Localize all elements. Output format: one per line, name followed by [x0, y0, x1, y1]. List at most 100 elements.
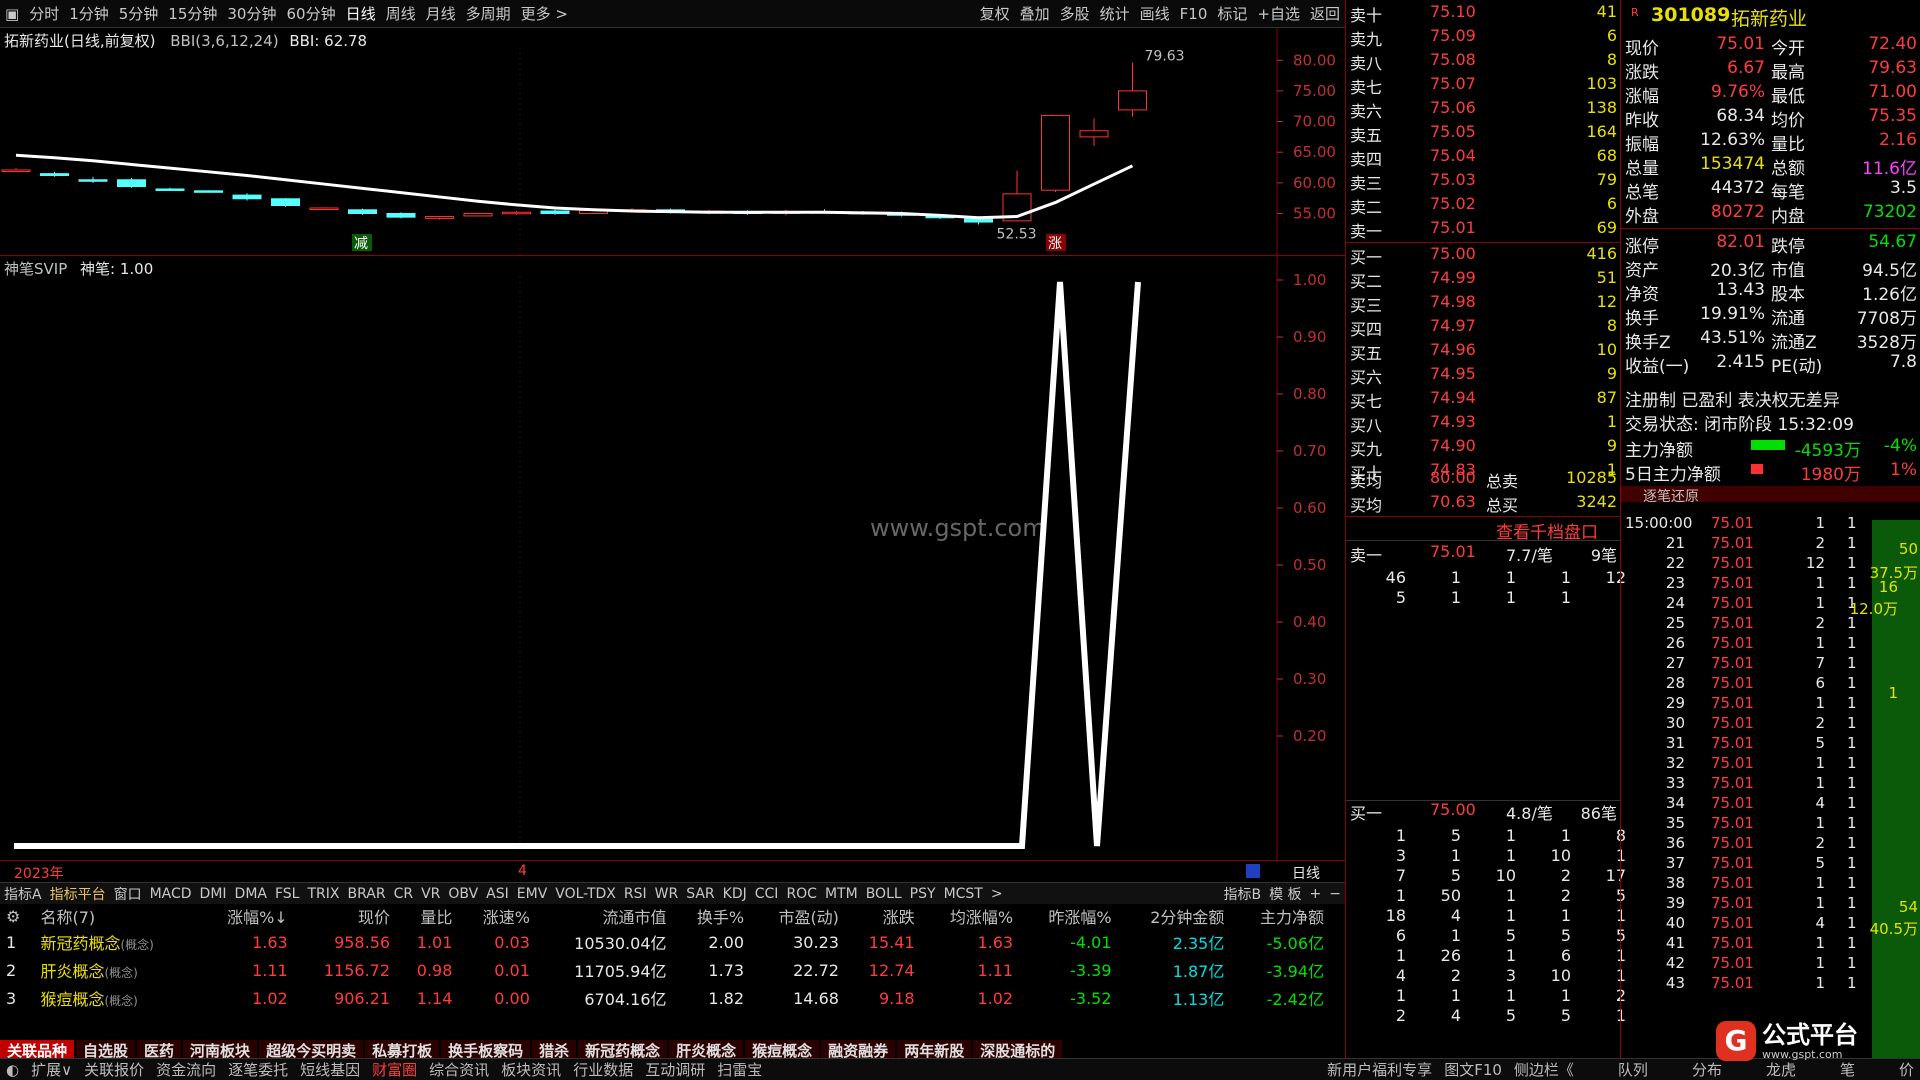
orderbook-row[interactable]: 卖九 75.09 6	[1346, 26, 1621, 50]
indicator-tab-2[interactable]: 窗口	[110, 884, 146, 904]
indicator-tab-10[interactable]: VR	[417, 886, 444, 902]
orderbook-row[interactable]: 买七 74.94 87	[1346, 388, 1621, 412]
orderbook-row[interactable]: 买四 74.97 8	[1346, 316, 1621, 340]
table-row[interactable]: 3 猴痘概念(概念) 1.02 906.21 1.14 0.00 6704.16亿 1.82 1…	[0, 984, 1330, 1012]
table-header-cell[interactable]: 市盈(动)	[750, 904, 845, 928]
period-tab-8[interactable]: 月线	[421, 3, 461, 24]
indicator-tab-11[interactable]: OBV	[444, 886, 482, 902]
orderbook-row[interactable]: 买五 74.96 10	[1346, 340, 1621, 364]
orderbook-row[interactable]: 买二 74.99 51	[1346, 268, 1621, 292]
indicator-tab-8[interactable]: BRAR	[343, 886, 389, 902]
table-header-cell[interactable]: 量比	[396, 904, 458, 928]
bottom-tab-7[interactable]: 猎杀	[532, 1040, 577, 1060]
toolbar-action-0[interactable]: 复权	[975, 3, 1015, 24]
indicator-tab-7[interactable]: TRIX	[303, 886, 343, 902]
period-tab-0[interactable]: 分时	[24, 3, 64, 24]
period-tab-9[interactable]: 多周期	[461, 3, 516, 24]
toolbar-action-7[interactable]: +自选	[1252, 3, 1305, 24]
table-row[interactable]: 2 肝炎概念(概念) 1.11 1156.72 0.98 0.01 11705.94亿 1.7…	[0, 956, 1330, 984]
indicator-tab-19[interactable]: CCI	[751, 886, 783, 902]
indicator-tab-1[interactable]: 指标平台	[46, 884, 110, 904]
bottom-tab-0[interactable]: 关联品种	[0, 1040, 75, 1060]
orderbook-row[interactable]: 卖四 75.04 68	[1346, 146, 1621, 170]
status-right-5[interactable]: 龙虎	[1760, 1059, 1802, 1080]
status-item-6[interactable]: 综合资讯	[423, 1059, 495, 1080]
period-tab-3[interactable]: 15分钟	[163, 3, 222, 24]
status-item-10[interactable]: 扫雷宝	[711, 1059, 768, 1080]
bottom-tab-4[interactable]: 超级今买明卖	[259, 1040, 364, 1060]
bottom-tab-10[interactable]: 猴痘概念	[745, 1040, 820, 1060]
orderbook-row[interactable]: 卖一 75.01 69	[1346, 218, 1621, 242]
status-right-4[interactable]: 分布	[1686, 1059, 1728, 1080]
orderbook-row[interactable]: 卖三 75.03 79	[1346, 170, 1621, 194]
period-tab-1[interactable]: 1分钟	[64, 3, 114, 24]
status-item-0[interactable]: 扩展∨	[25, 1059, 78, 1080]
toolbar-action-8[interactable]: 返回	[1305, 3, 1345, 24]
status-right-3[interactable]: 队列	[1612, 1059, 1654, 1080]
bottom-tab-5[interactable]: 私募打板	[365, 1040, 440, 1060]
scroll-marker[interactable]	[1246, 864, 1260, 878]
indicator-tab-right-1[interactable]: 模 板	[1265, 884, 1305, 904]
indicator-tab-9[interactable]: CR	[390, 886, 418, 902]
indicator-tab-12[interactable]: ASI	[482, 886, 513, 902]
bottom-tab-8[interactable]: 新冠药概念	[578, 1040, 668, 1060]
indicator-tab-14[interactable]: VOL-TDX	[551, 886, 620, 902]
indicator-panel[interactable]: 神笔SVIP 神笔: 1.00 www.gspt.com 1.00 0.90 0.8…	[0, 256, 1345, 860]
table-header-cell[interactable]: 流通市值	[536, 904, 673, 928]
indicator-tab-right-2[interactable]: +	[1306, 886, 1326, 902]
status-item-2[interactable]: 资金流向	[150, 1059, 222, 1080]
kline-chart[interactable]: 拓新药业(日线,前复权) BBI(3,6,12,24) BBI: 62.78 8…	[0, 28, 1345, 256]
indicator-tab-right-3[interactable]: −	[1325, 886, 1345, 902]
table-header-cell[interactable]: 2分钟金额	[1118, 904, 1231, 928]
bottom-tab-6[interactable]: 换手板察码	[441, 1040, 531, 1060]
bottom-tab-9[interactable]: 肝炎概念	[669, 1040, 744, 1060]
period-tab-10[interactable]: 更多 >	[516, 3, 573, 24]
indicator-tab-0[interactable]: 指标A	[0, 884, 46, 904]
toolbar-action-3[interactable]: 统计	[1095, 3, 1135, 24]
tick-list[interactable]: 15:00:00 75.01 1 1 21 75.01 2 1 22 75.01 12 1 23 75.0…	[1620, 500, 1920, 1058]
status-right-2[interactable]: 侧边栏《	[1508, 1059, 1580, 1080]
indicator-tab-17[interactable]: SAR	[682, 886, 718, 902]
indicator-tab-4[interactable]: DMI	[196, 886, 231, 902]
indicator-tab-16[interactable]: WR	[651, 886, 683, 902]
menu-icon[interactable]: ▣	[0, 5, 24, 23]
orderbook-row[interactable]: 买八 74.93 1	[1346, 412, 1621, 436]
toolbar-action-4[interactable]: 画线	[1135, 3, 1175, 24]
indicator-tab-5[interactable]: DMA	[231, 886, 271, 902]
status-right-0[interactable]: 新用户福利专享	[1321, 1059, 1438, 1080]
status-right-6[interactable]: 笔	[1834, 1059, 1861, 1080]
indicator-tab-6[interactable]: FSL	[271, 886, 304, 902]
bottom-tab-1[interactable]: 自选股	[76, 1040, 136, 1060]
orderbook-row[interactable]: 卖八 75.08 8	[1346, 50, 1621, 74]
status-right-1[interactable]: 图文F10	[1438, 1059, 1508, 1080]
orderbook-row[interactable]: 买九 74.90 9	[1346, 436, 1621, 460]
period-tab-4[interactable]: 30分钟	[222, 3, 281, 24]
indicator-tab-3[interactable]: MACD	[146, 886, 196, 902]
period-tab-2[interactable]: 5分钟	[114, 3, 164, 24]
status-item-9[interactable]: 互动调研	[639, 1059, 711, 1080]
status-right-7[interactable]: 价	[1893, 1059, 1920, 1080]
table-header-cell[interactable]: 均涨幅%	[921, 904, 1019, 928]
orderbook-row[interactable]: 买六 74.95 9	[1346, 364, 1621, 388]
bottom-tab-13[interactable]: 深股通标的	[973, 1040, 1063, 1060]
indicator-tab-13[interactable]: EMV	[513, 886, 552, 902]
status-item-4[interactable]: 短线基因	[294, 1059, 366, 1080]
table-header-cell[interactable]: 名称(7)	[34, 904, 198, 928]
orderbook-row[interactable]: 卖七 75.07 103	[1346, 74, 1621, 98]
bottom-tab-3[interactable]: 河南板块	[183, 1040, 258, 1060]
period-tab-6[interactable]: 日线	[341, 3, 381, 24]
indicator-tab-18[interactable]: KDJ	[719, 886, 751, 902]
orderbook-row[interactable]: 卖六 75.06 138	[1346, 98, 1621, 122]
toolbar-action-6[interactable]: 标记	[1212, 3, 1252, 24]
table-header-cell[interactable]: 现价	[294, 904, 396, 928]
period-tab-7[interactable]: 周线	[381, 3, 421, 24]
status-item-3[interactable]: 逐笔委托	[222, 1059, 294, 1080]
status-item-5[interactable]: 财富圈	[366, 1059, 423, 1080]
table-header-cell[interactable]: 涨速%	[458, 904, 536, 928]
orderbook-row[interactable]: 卖十 75.10 41	[1346, 2, 1621, 26]
status-item-7[interactable]: 板块资讯	[495, 1059, 567, 1080]
toggle-icon[interactable]: ◐	[0, 1061, 25, 1079]
table-row[interactable]: 1 新冠药概念(概念) 1.63 958.56 1.01 0.03 10530.04亿 2.0…	[0, 928, 1330, 956]
period-tab-5[interactable]: 60分钟	[281, 3, 340, 24]
indicator-tab-15[interactable]: RSI	[620, 886, 651, 902]
